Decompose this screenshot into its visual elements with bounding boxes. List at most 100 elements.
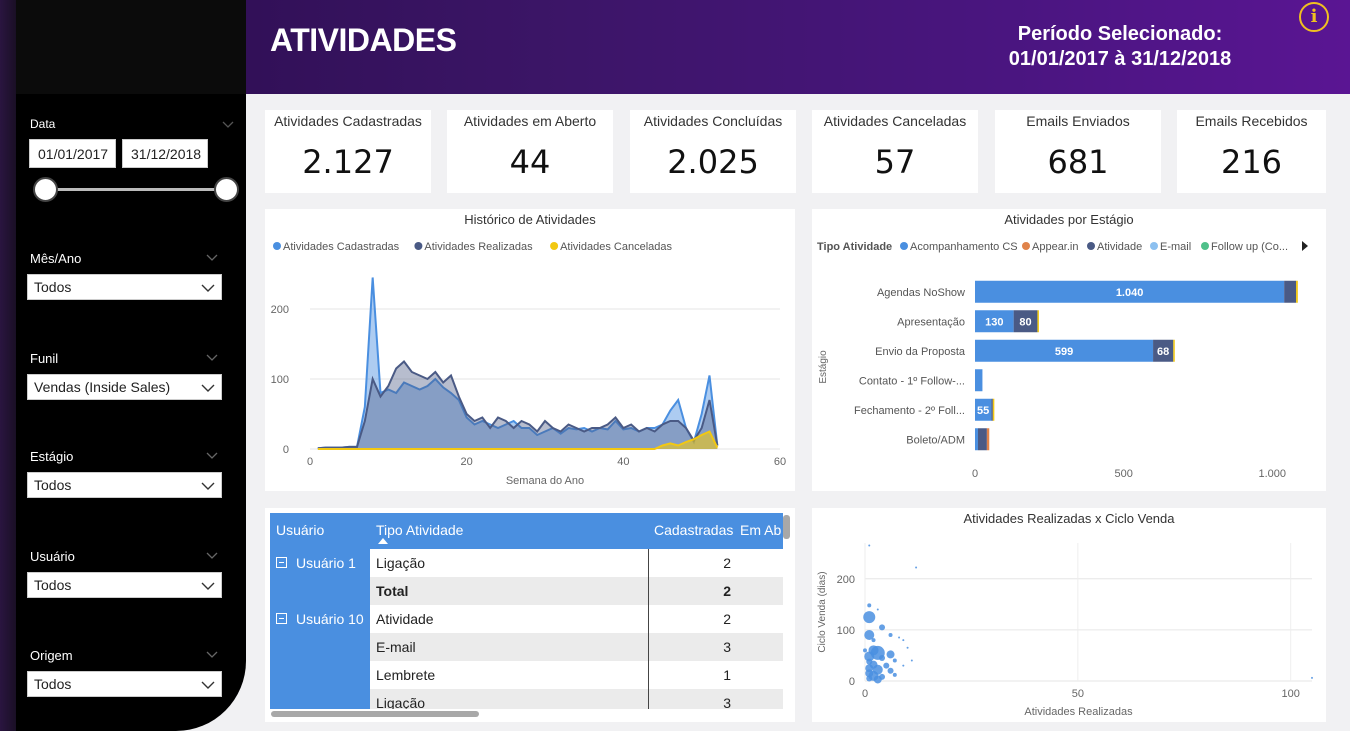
scatter-point[interactable] [915,566,918,569]
x-axis-title: Semana do Ano [506,475,584,487]
scatter-point[interactable] [892,672,897,677]
scatter-point[interactable] [886,650,895,659]
scatter-point[interactable] [863,648,867,653]
chevron-down-icon[interactable] [206,351,218,363]
period-label-line1: Período Selecionado: [1017,23,1223,45]
bar-segment[interactable] [992,398,995,421]
chevron-down-icon[interactable] [201,480,215,492]
bar-segment[interactable] [975,369,983,392]
scatter-point[interactable] [873,675,882,684]
filter-dropdown[interactable]: Todos [27,274,222,300]
legend-label[interactable]: Atividade [1097,241,1142,253]
table-row[interactable]: E-mail 3 [370,633,783,661]
header-tipo-atividade[interactable]: Tipo Atividade [376,522,463,538]
legend-label[interactable]: Follow up (Co... [1211,241,1288,253]
scatter-chart[interactable]: 0 100 200 0 50 100 Atividades Realizadas Ciclo … [812,508,1326,722]
legend-next-icon[interactable] [1302,241,1308,251]
scatter-point[interactable] [879,624,886,631]
chevron-down-icon[interactable] [206,648,218,660]
date-from-input[interactable]: 01/01/2017 [29,139,116,168]
chevron-down-icon[interactable] [206,449,218,461]
legend-label[interactable]: E-mail [1160,241,1191,253]
scatter-point[interactable] [866,675,873,682]
table-row[interactable]: Ligação 2 [370,549,783,577]
header-usuario[interactable]: Usuário [276,522,324,538]
slider-handle-start[interactable] [33,177,58,202]
header-cadastradas[interactable]: Cadastradas [654,522,733,538]
bar-segment[interactable] [991,398,993,421]
chevron-down-icon[interactable] [222,118,234,130]
bar-segment[interactable] [1296,280,1298,303]
legend-marker[interactable] [900,242,908,250]
chevron-down-icon[interactable] [201,679,215,691]
scatter-point[interactable] [888,633,893,637]
legend-label[interactable]: Appear.in [1032,241,1078,253]
table-row[interactable]: Atividade 2 [370,605,783,633]
legend-marker[interactable] [273,242,281,250]
date-range-slider[interactable] [46,188,228,191]
chevron-down-icon[interactable] [206,549,218,561]
history-chart[interactable]: Atividades Cadastradas Atividades Realiza… [265,209,795,491]
slider-handle-end[interactable] [214,177,239,202]
scatter-point[interactable] [867,603,872,608]
collapse-icon[interactable] [276,613,287,624]
legend-marker[interactable] [1087,242,1095,250]
filter-dropdown[interactable]: Todos [27,472,222,498]
legend-marker[interactable] [1022,242,1030,250]
bar-segment[interactable] [977,428,987,451]
table-row[interactable]: Ligação 3 [370,689,783,709]
table-column-divider [648,549,649,709]
legend-marker[interactable] [550,242,559,250]
dropdown-chevron[interactable] [201,281,215,297]
vertical-scrollbar[interactable] [783,515,790,539]
filter-dropdown[interactable]: Todos [27,572,222,598]
header-em-aberto[interactable]: Em Ab [740,522,781,538]
scatter-point[interactable] [906,646,909,649]
category-label: Envio da Proposta [875,346,966,358]
scatter-point[interactable] [898,636,901,639]
scatter-point[interactable] [883,662,890,669]
legend-label[interactable]: Atividades Canceladas [560,241,672,253]
legend-marker[interactable] [1150,242,1158,250]
legend-label[interactable]: Atividades Realizadas [424,241,533,253]
stage-chart[interactable]: Tipo Atividade Acompanhamento CS Appear.in… [812,209,1326,491]
table-row[interactable]: Lembrete 1 [370,661,783,689]
legend-label[interactable]: Atividades Cadastradas [283,241,400,253]
dropdown-chevron[interactable] [201,678,215,694]
dropdown-chevron[interactable] [201,381,215,397]
legend-marker[interactable] [414,242,423,250]
legend-label[interactable]: Acompanhamento CS [910,241,1018,253]
filter-dropdown[interactable]: Todos [27,671,222,697]
bar-segment[interactable] [986,428,990,451]
scatter-point[interactable] [879,655,886,661]
scatter-point[interactable] [871,638,876,643]
info-icon[interactable]: i [1299,2,1329,32]
dropdown-chevron[interactable] [201,479,215,495]
legend-marker[interactable] [1201,242,1209,250]
scatter-point[interactable] [902,639,905,642]
scatter-point[interactable] [902,664,905,667]
chevron-down-icon[interactable] [201,580,215,592]
scatter-point[interactable] [863,611,876,624]
dropdown-chevron[interactable] [201,579,215,595]
chevron-down-icon[interactable] [206,251,218,263]
scatter-point[interactable] [892,658,897,663]
bar-segment[interactable] [1173,339,1175,362]
scatter-point[interactable] [910,659,913,662]
scatter-point[interactable] [876,608,879,611]
scatter-point[interactable] [868,544,871,547]
bar-segment[interactable] [975,428,978,451]
date-to-input[interactable]: 31/12/2018 [122,139,208,168]
chevron-down-icon[interactable] [201,282,215,294]
scatter-point[interactable] [1311,676,1313,679]
table-row[interactable]: Total 2 [370,577,783,605]
bar-segment[interactable] [1037,310,1039,333]
bar-segment[interactable] [1284,280,1297,303]
horizontal-scrollbar[interactable] [271,711,479,717]
scatter-chart-panel: Atividades Realizadas x Ciclo Venda 0 100… [812,508,1326,722]
collapse-icon[interactable] [276,557,287,568]
chevron-down-icon[interactable] [201,382,215,394]
kpi-value: 44 [509,143,551,181]
filter-dropdown[interactable]: Vendas (Inside Sales) [27,374,222,400]
scatter-point[interactable] [887,667,894,674]
